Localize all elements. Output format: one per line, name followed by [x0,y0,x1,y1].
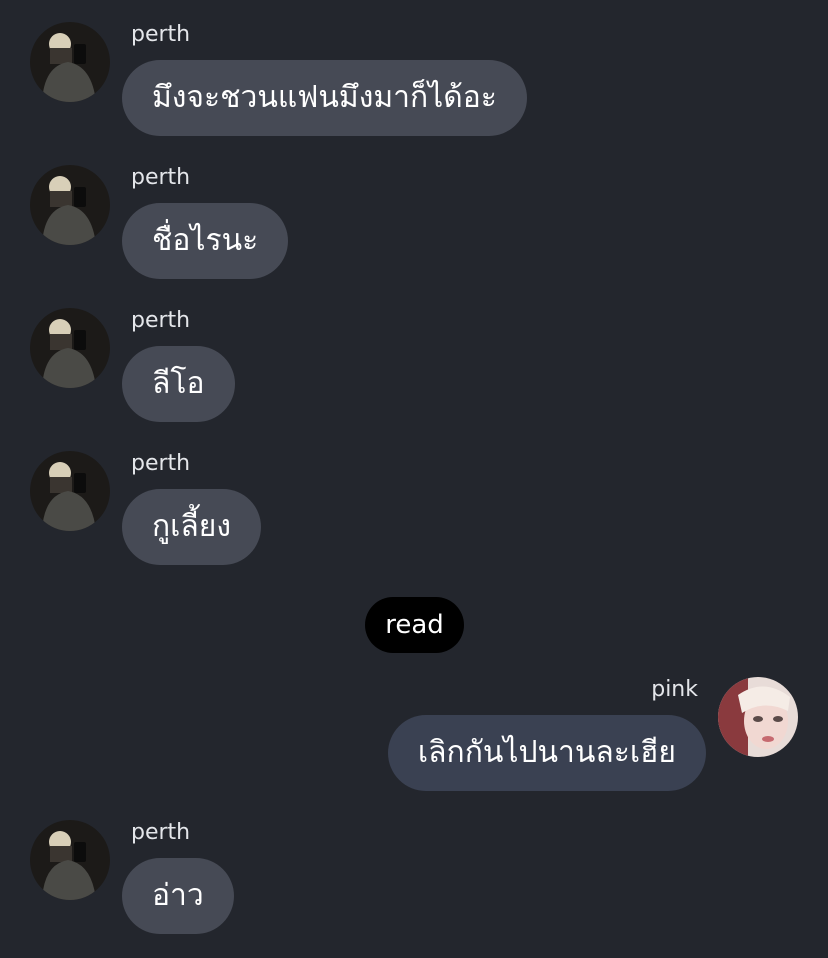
message-bubble[interactable]: ชื่อไรนะ [122,203,289,279]
message-bubble[interactable]: เลิกกันไปนานละเฮีย [387,715,706,791]
avatar-pink[interactable] [718,677,798,757]
message-bubble[interactable]: กูเลี้ยง [122,489,262,565]
message-bubble[interactable]: ลีโอ [122,346,235,422]
avatar-perth[interactable] [30,451,110,531]
message-bubble[interactable]: มึงจะชวนแฟนมึงมาก็ได้อะ [122,60,527,136]
message-bubble[interactable]: อ่าว [122,858,234,934]
sender-name: perth [131,451,191,476]
avatar-perth[interactable] [30,308,110,388]
sender-name: perth [131,165,191,190]
avatar-perth[interactable] [30,165,110,245]
sender-name: perth [131,820,191,845]
sender-name: perth [131,22,191,47]
sender-name: pink [651,677,698,702]
avatar-perth[interactable] [30,22,110,102]
avatar-perth[interactable] [30,820,110,900]
read-receipt: read [365,597,464,653]
sender-name: perth [131,308,191,333]
chat-view: perth มึงจะชวนแฟนมึงมาก็ได้อะ perth ชื่อ… [0,0,828,958]
